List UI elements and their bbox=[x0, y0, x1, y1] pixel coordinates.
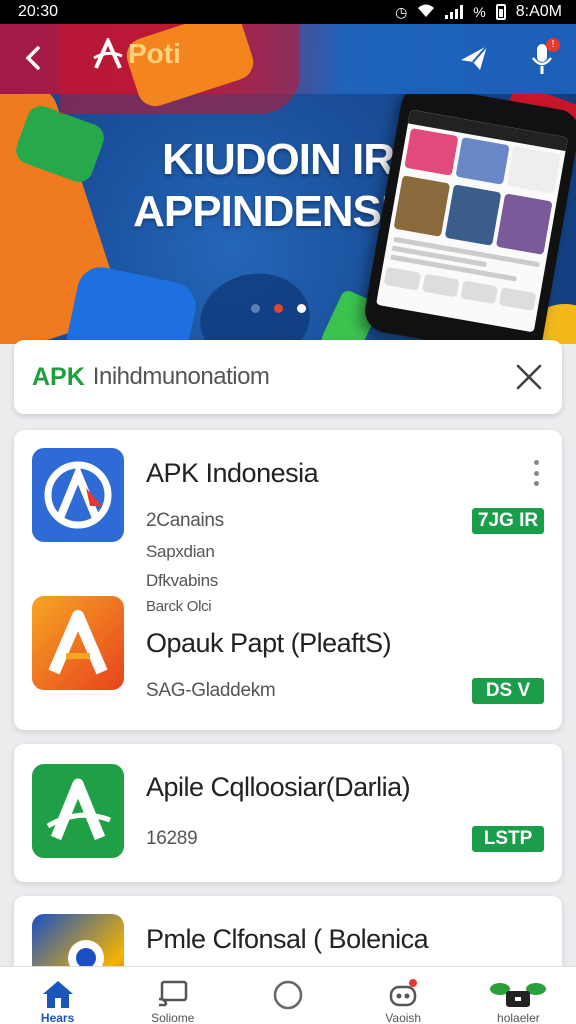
alarm-icon: ◷ bbox=[395, 4, 408, 20]
carousel-indicator[interactable] bbox=[251, 304, 306, 313]
back-button[interactable] bbox=[18, 42, 50, 74]
more-options-button[interactable] bbox=[526, 458, 546, 488]
cast-icon bbox=[158, 980, 188, 1007]
app-meta: 16289 bbox=[146, 828, 198, 849]
bottom-navigation: Hears Soliome Vaoish holaeler bbox=[0, 966, 576, 1024]
send-button[interactable] bbox=[458, 42, 490, 74]
carousel-dot-active[interactable] bbox=[274, 304, 283, 313]
banner-title-line1: KIUDOIN IR bbox=[162, 135, 395, 184]
home-icon bbox=[42, 981, 73, 1008]
nav-label: Vaoish bbox=[385, 1011, 422, 1024]
app-meta: SAG-Gladdekm bbox=[146, 680, 276, 701]
app-card[interactable]: Apile Cqlloosiar(Darlia) 16289 LSTP bbox=[14, 744, 562, 882]
microphone-button[interactable]: ! bbox=[528, 38, 560, 76]
app-name[interactable]: APK Indonesia bbox=[146, 458, 319, 489]
nav-label: Hears bbox=[40, 1011, 75, 1024]
download-badge-button[interactable]: 7JG IR bbox=[472, 508, 544, 534]
app-name[interactable]: Apile Cqlloosiar(Darlia) bbox=[146, 772, 411, 803]
carousel-dot[interactable] bbox=[297, 304, 306, 313]
status-time: 20:30 bbox=[18, 3, 59, 20]
app-name[interactable]: Opauk Papt (PleaftS) bbox=[146, 628, 392, 659]
nav-vaoish[interactable]: Vaoish bbox=[346, 967, 461, 1024]
nav-holaeler[interactable]: holaeler bbox=[461, 967, 576, 1024]
download-badge-button[interactable]: DS V bbox=[472, 678, 544, 704]
nav-home[interactable]: Hears bbox=[0, 967, 115, 1024]
nav-center[interactable] bbox=[230, 967, 345, 1024]
nav-soliome[interactable]: Soliome bbox=[115, 967, 230, 1024]
folder-icon bbox=[490, 983, 547, 1007]
search-input[interactable]: Inihdmunonatiom bbox=[93, 363, 270, 391]
search-bar[interactable]: APK Inihdmunonatiom bbox=[14, 340, 562, 414]
nav-label: Soliome bbox=[151, 1011, 195, 1024]
app-meta: Dfkvabins bbox=[146, 571, 218, 590]
carousel-dot[interactable] bbox=[251, 304, 260, 313]
top-app-bar: Poti ! bbox=[0, 7, 576, 114]
app-name[interactable]: Pmle Clfonsal ( Bolenica bbox=[146, 924, 429, 955]
brand-logo[interactable]: Poti bbox=[92, 36, 181, 70]
phone-mockup-image bbox=[361, 82, 576, 344]
more-vert-icon bbox=[533, 460, 539, 465]
circle-icon bbox=[273, 980, 303, 1010]
apk-logo-icon bbox=[92, 36, 124, 70]
battery-text: % bbox=[473, 4, 486, 20]
notification-badge: ! bbox=[546, 38, 560, 52]
close-icon bbox=[516, 364, 542, 390]
brand-text: Poti bbox=[128, 38, 181, 69]
app-meta: 2Canains bbox=[146, 510, 224, 531]
app-icon-apk-indonesia[interactable] bbox=[32, 448, 124, 542]
download-badge-button[interactable]: LSTP bbox=[472, 826, 544, 852]
battery-icon bbox=[495, 4, 506, 20]
app-card[interactable]: APK Indonesia 2Canains Sapxdian Dfkvabin… bbox=[14, 430, 562, 730]
signal-icon bbox=[445, 5, 464, 19]
status-icons: ◷ % 8:A0M bbox=[395, 3, 562, 21]
search-prefix: APK bbox=[32, 362, 85, 391]
app-icon-opauk[interactable] bbox=[32, 596, 124, 690]
status-clock-right: 8:A0M bbox=[515, 3, 562, 20]
app-meta: Barck Olci bbox=[146, 598, 212, 615]
clear-search-button[interactable] bbox=[514, 362, 544, 392]
nav-label: holaeler bbox=[497, 1011, 540, 1024]
send-icon bbox=[461, 45, 488, 70]
app-meta: Sapxdian bbox=[146, 542, 215, 561]
status-bar: 20:30 ◷ % 8:A0M bbox=[0, 0, 576, 24]
wifi-icon bbox=[417, 4, 435, 20]
robot-icon bbox=[389, 979, 418, 1007]
app-icon-apile[interactable] bbox=[32, 764, 124, 858]
back-arrow-icon bbox=[25, 46, 40, 70]
